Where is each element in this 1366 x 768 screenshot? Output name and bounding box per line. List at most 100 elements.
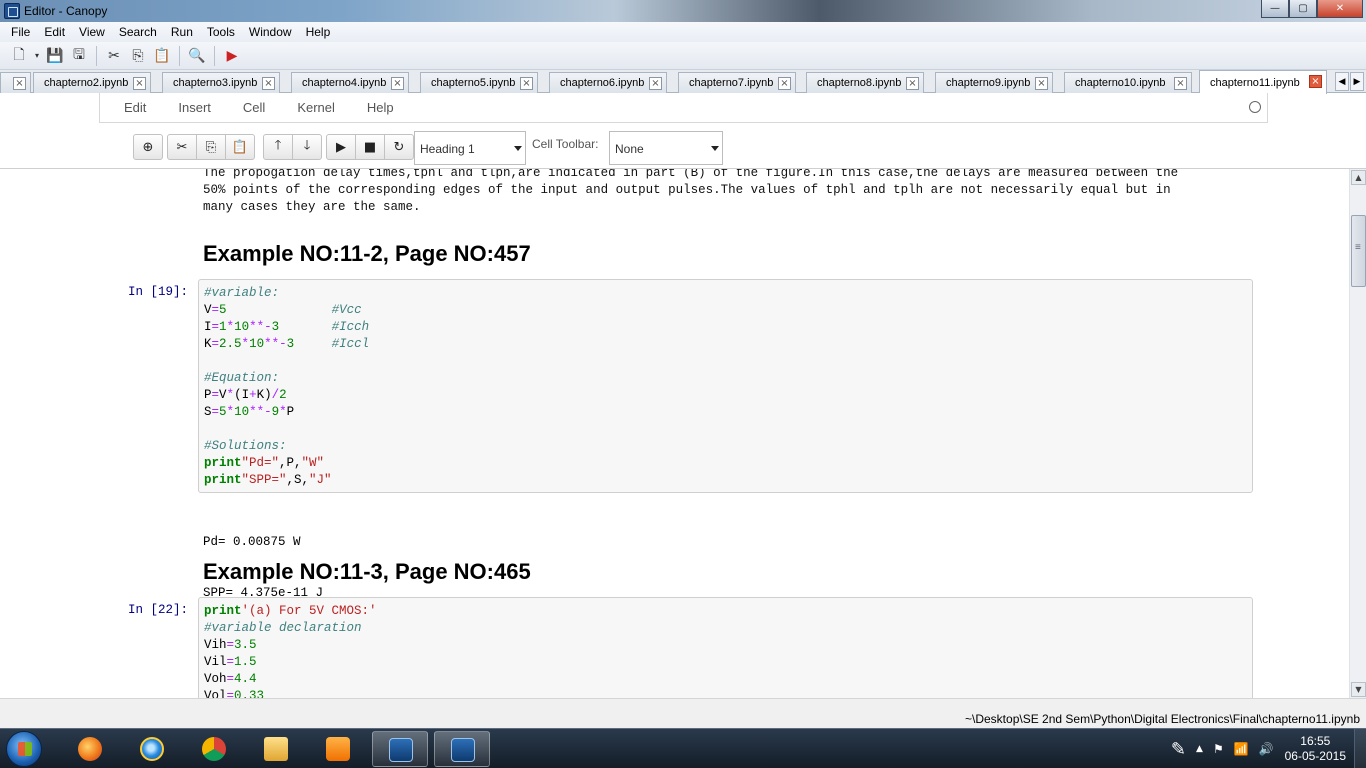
code-cell-19[interactable]: #variable: V=5 #Vcc I=1*10**-3 #Icch K=2… [198, 279, 1253, 493]
menu-window[interactable]: Window [242, 25, 299, 39]
new-dropdown-icon[interactable]: ▾ [32, 45, 42, 67]
scroll-up-icon[interactable]: ▲ [1351, 170, 1366, 185]
close-tab-icon[interactable]: × [1309, 75, 1322, 88]
close-tab-icon[interactable]: × [649, 77, 662, 90]
volume-icon[interactable]: 🔊 [1259, 742, 1274, 756]
output-line: Pd= 0.00875 W [203, 535, 301, 549]
code-line: V=5 #Vcc [204, 303, 362, 317]
close-tab-icon[interactable]: × [133, 77, 146, 90]
new-file-icon[interactable]: 🗋 [8, 45, 30, 67]
save-all-icon[interactable]: 🖫 [68, 45, 90, 67]
minimize-button[interactable]: — [1261, 0, 1289, 18]
close-tab-icon[interactable]: × [262, 77, 275, 90]
tab-chapterno5[interactable]: chapterno5.ipynb × [420, 72, 538, 93]
markdown-cell[interactable]: The propogation delay times,tphl and tlp… [203, 169, 1253, 216]
tab-partial[interactable]: × [0, 72, 31, 93]
tab-chapterno3[interactable]: chapterno3.ipynb × [162, 72, 280, 93]
code-line: K=2.5*10**-3 #Iccl [204, 337, 370, 351]
canopy-taskbar-icon[interactable] [372, 731, 428, 767]
chrome-taskbar-icon[interactable] [186, 731, 242, 767]
close-tab-icon[interactable]: × [13, 77, 26, 90]
file-path: ~\Desktop\SE 2nd Sem\Python\Digital Elec… [965, 712, 1360, 726]
tab-scroll-left-icon[interactable]: ◀ [1335, 72, 1349, 91]
heading-example-11-2[interactable]: Example NO:11-2, Page NO:457 [203, 241, 531, 267]
close-tab-icon[interactable]: × [906, 77, 919, 90]
cut-icon[interactable]: ✂ [103, 45, 125, 67]
input-prompt: In [19]: [128, 285, 189, 299]
restart-kernel-button[interactable]: ↻ [384, 134, 414, 160]
title-bar: Editor - Canopy — ▢ ✕ [0, 0, 1366, 22]
clock[interactable]: 16:55 06-05-2015 [1285, 734, 1346, 764]
menu-run[interactable]: Run [164, 25, 200, 39]
insert-cell-button[interactable]: ⊕ [133, 134, 163, 160]
move-cell-up-button[interactable]: 🡑 [263, 134, 293, 160]
editor-tab-bar: × chapterno2.ipynb × chapterno3.ipynb × ch… [0, 70, 1366, 94]
find-icon[interactable]: 🔍 [186, 45, 208, 67]
cut-cell-button[interactable]: ✂ [167, 134, 197, 160]
run-file-icon[interactable]: ▶ [221, 45, 243, 67]
firefox-taskbar-icon[interactable] [62, 731, 118, 767]
tab-scroll-right-icon[interactable]: ▶ [1350, 72, 1364, 91]
heading-example-11-3[interactable]: Example NO:11-3, Page NO:465 [203, 559, 531, 585]
notebook-menu-bar: Edit Insert Cell Kernel Help [99, 93, 1268, 123]
cell-type-select[interactable]: Heading 1 [414, 131, 526, 165]
close-tab-icon[interactable]: × [1174, 77, 1187, 90]
close-window-button[interactable]: ✕ [1317, 0, 1363, 18]
nb-menu-cell[interactable]: Cell [243, 100, 265, 115]
close-tab-icon[interactable]: × [391, 77, 404, 90]
nb-menu-help[interactable]: Help [367, 100, 394, 115]
close-tab-icon[interactable]: × [1035, 77, 1048, 90]
explorer-taskbar-icon[interactable] [248, 731, 304, 767]
nb-menu-edit[interactable]: Edit [124, 100, 146, 115]
menu-help[interactable]: Help [299, 25, 338, 39]
nb-menu-insert[interactable]: Insert [178, 100, 211, 115]
save-icon[interactable]: 💾 [44, 45, 66, 67]
tab-chapterno7[interactable]: chapterno7.ipynb × [678, 72, 796, 93]
menu-view[interactable]: View [72, 25, 112, 39]
close-tab-icon[interactable]: × [778, 77, 791, 90]
canopy-app-icon[interactable] [4, 3, 20, 19]
canopy-editor-taskbar-icon[interactable] [434, 731, 490, 767]
show-desktop-button[interactable] [1354, 729, 1366, 768]
copy-cell-button[interactable]: ⎘ [196, 134, 226, 160]
show-hidden-icons-icon[interactable]: ▲ [1196, 744, 1203, 754]
action-center-icon[interactable]: ⚑ [1213, 742, 1224, 756]
code-line: #Equation: [204, 371, 280, 385]
cell-toolbar-value: None [615, 142, 644, 156]
vertical-scrollbar[interactable]: ▲ ▼ [1349, 169, 1366, 698]
run-cell-button[interactable]: ▶ [326, 134, 356, 160]
scroll-thumb[interactable] [1351, 215, 1366, 287]
tab-chapterno6[interactable]: chapterno6.ipynb × [549, 72, 667, 93]
toolbar-separator [96, 45, 97, 66]
media-player-taskbar-icon[interactable] [310, 731, 366, 767]
code-line: P=V*(I+K)/2 [204, 388, 287, 402]
cell-toolbar-select[interactable]: None [609, 131, 723, 165]
tab-chapterno9[interactable]: chapterno9.ipynb × [935, 72, 1053, 93]
paste-icon[interactable]: 📋 [151, 45, 173, 67]
close-tab-icon[interactable]: × [520, 77, 533, 90]
scroll-down-icon[interactable]: ▼ [1351, 682, 1366, 697]
menu-file[interactable]: File [4, 25, 37, 39]
maximize-button[interactable]: ▢ [1289, 0, 1317, 18]
interrupt-kernel-button[interactable]: ■ [355, 134, 385, 160]
tab-chapterno8[interactable]: chapterno8.ipynb × [806, 72, 924, 93]
code-cell-22[interactable]: print'(a) For 5V CMOS:' #variable declar… [198, 597, 1253, 698]
tab-chapterno11[interactable]: chapterno11.ipynb × [1199, 70, 1327, 94]
pen-tablet-icon[interactable]: ✎ [1171, 739, 1186, 760]
network-signal-icon[interactable]: 📶 [1234, 742, 1249, 756]
menu-tools[interactable]: Tools [200, 25, 242, 39]
start-button[interactable] [6, 731, 42, 767]
tab-chapterno10[interactable]: chapterno10.ipynb × [1064, 72, 1192, 93]
taskbar: ✎ ▲ ⚑ 📶 🔊 16:55 06-05-2015 [0, 728, 1366, 768]
paste-cell-button[interactable]: 📋 [225, 134, 255, 160]
tab-chapterno4[interactable]: chapterno4.ipynb × [291, 72, 409, 93]
app-toolbar: 🗋 ▾ 💾 🖫 ✂ ⎘ 📋 🔍 ▶ [0, 42, 1366, 70]
tab-chapterno2[interactable]: chapterno2.ipynb × [33, 72, 151, 93]
internet-explorer-taskbar-icon[interactable] [124, 731, 180, 767]
nb-menu-kernel[interactable]: Kernel [297, 100, 335, 115]
move-cell-down-button[interactable]: 🡓 [292, 134, 322, 160]
copy-icon[interactable]: ⎘ [127, 45, 149, 67]
menu-edit[interactable]: Edit [37, 25, 72, 39]
menu-search[interactable]: Search [112, 25, 164, 39]
